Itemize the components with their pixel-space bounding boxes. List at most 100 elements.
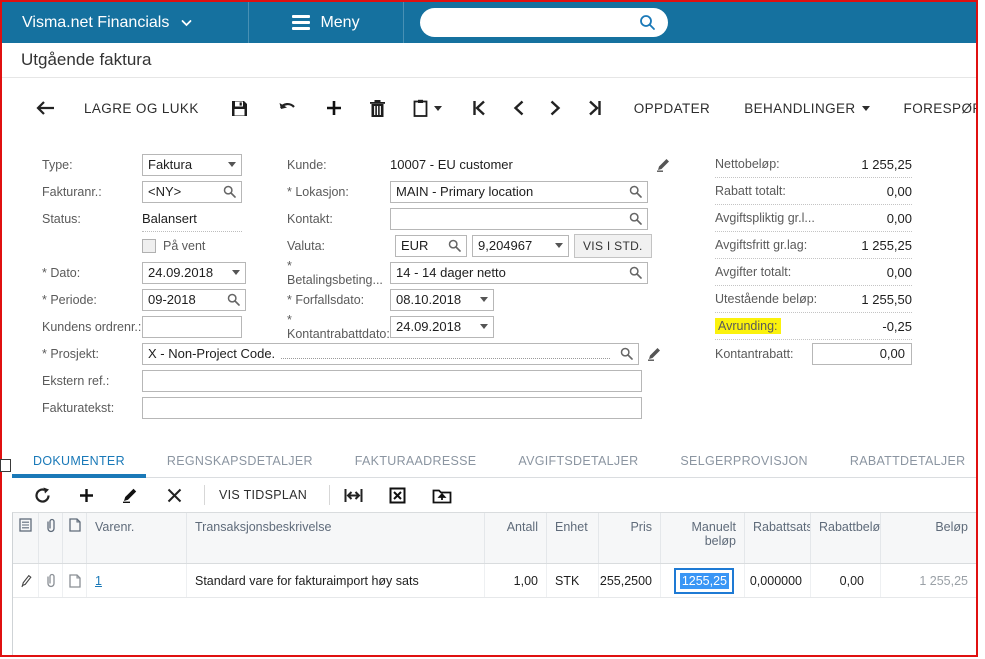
lookup-icon[interactable] xyxy=(629,266,642,279)
dropdown-icon[interactable] xyxy=(228,162,236,167)
page-title-bar: Utgående faktura xyxy=(2,43,976,78)
tab-fakturaadresse[interactable]: FAKTURAADRESSE xyxy=(334,445,498,477)
col-varenr[interactable]: Varenr. xyxy=(87,513,187,563)
row-unit[interactable]: STK xyxy=(547,564,599,597)
tab-regnskapsdetaljer[interactable]: REGNSKAPSDETALJER xyxy=(146,445,334,477)
due-date-field[interactable]: 08.10.2018 xyxy=(390,288,494,311)
search-icon[interactable] xyxy=(639,14,656,31)
tab-avgiftsdetaljer[interactable]: AVGIFTSDETALJER xyxy=(497,445,659,477)
cash-discount-input[interactable] xyxy=(812,342,912,365)
search-input[interactable] xyxy=(420,8,639,37)
delete-icon[interactable] xyxy=(369,99,385,117)
actions-button[interactable]: BEHANDLINGER xyxy=(744,101,855,116)
first-record-icon[interactable] xyxy=(472,100,487,116)
global-search[interactable] xyxy=(420,8,668,37)
save-close-button[interactable]: LAGRE OG LUKK xyxy=(84,101,199,116)
view-schedule-button[interactable]: VIS TIDSPLAN xyxy=(219,488,307,502)
copy-paste-caret-icon[interactable] xyxy=(433,105,442,111)
row-document-icon[interactable] xyxy=(63,564,87,597)
last-record-icon[interactable] xyxy=(587,100,602,116)
period-label: * Periode: xyxy=(42,292,97,307)
lookup-icon[interactable] xyxy=(629,212,642,225)
type-select[interactable]: Faktura xyxy=(142,153,242,176)
row-description[interactable]: Standard vare for fakturaimport høy sats xyxy=(187,564,485,597)
row-discount-rate[interactable]: 0,000000 xyxy=(745,564,811,597)
grid-delete-icon[interactable] xyxy=(167,488,182,503)
col-beskrivelse[interactable]: Transaksjonsbeskrivelse xyxy=(187,513,485,563)
customer-edit-icon[interactable] xyxy=(656,157,671,172)
fit-width-icon[interactable] xyxy=(344,488,363,503)
grid-edit-icon[interactable] xyxy=(122,487,139,503)
grid-refresh-icon[interactable] xyxy=(34,487,51,504)
project-edit-icon[interactable] xyxy=(647,346,662,361)
dropdown-icon[interactable] xyxy=(555,243,563,248)
total-exempt: Avgiftsfritt gr.lag: 1 255,25 xyxy=(715,232,912,259)
customer-order-field[interactable] xyxy=(142,315,242,338)
payment-terms-field[interactable]: 14 - 14 dager netto xyxy=(390,261,648,284)
cash-discount-date-field[interactable]: 24.09.2018 xyxy=(390,315,494,338)
row-attachment-icon[interactable] xyxy=(39,564,63,597)
col-enhet[interactable]: Enhet xyxy=(547,513,599,563)
import-records-icon[interactable] xyxy=(432,487,452,504)
row-item-no-link[interactable]: 1 xyxy=(95,574,102,588)
row-quantity[interactable]: 1,00 xyxy=(485,564,547,597)
toolbar-divider xyxy=(204,485,205,505)
undo-icon[interactable] xyxy=(278,101,298,116)
lookup-icon[interactable] xyxy=(629,185,642,198)
row-discount-amount[interactable]: 0,00 xyxy=(811,564,881,597)
tab-dokumenter[interactable]: DOKUMENTER xyxy=(12,445,146,478)
refresh-button[interactable]: OPPDATER xyxy=(634,101,710,116)
app-switcher[interactable]: Visma.net Financials xyxy=(2,14,248,32)
row-price[interactable]: 1 255,2500 xyxy=(599,564,661,597)
field-payment-terms: * Betalingsbeting... 14 - 14 dager netto xyxy=(285,259,685,287)
add-icon[interactable] xyxy=(326,100,342,116)
col-rabattbelop[interactable]: Rabattbeløp xyxy=(811,513,881,563)
currency-code-field[interactable]: EUR xyxy=(395,234,467,257)
col-pris[interactable]: Pris xyxy=(599,513,661,563)
external-ref-field[interactable] xyxy=(142,369,642,392)
save-icon[interactable] xyxy=(231,100,248,117)
lookup-icon[interactable] xyxy=(448,239,461,252)
customer-order-input[interactable] xyxy=(148,319,236,334)
tab-rabattdetaljer[interactable]: RABATTDETALJER xyxy=(829,445,985,477)
previous-record-icon[interactable] xyxy=(513,100,524,116)
next-record-icon[interactable] xyxy=(550,100,561,116)
project-field[interactable]: X - Non-Project Code. xyxy=(142,342,639,365)
back-button[interactable] xyxy=(36,100,56,116)
col-belop[interactable]: Beløp xyxy=(881,513,977,563)
invoice-text-input[interactable] xyxy=(148,400,636,415)
location-field[interactable]: MAIN - Primary location xyxy=(390,180,648,203)
col-antall[interactable]: Antall xyxy=(485,513,547,563)
menu-button[interactable]: Meny xyxy=(248,2,404,43)
actions-caret-icon[interactable] xyxy=(861,105,870,111)
col-manuelt-belop[interactable]: Manuelt beløp xyxy=(661,513,745,563)
invoice-no-field[interactable]: <NY> xyxy=(142,180,242,203)
export-excel-icon[interactable] xyxy=(389,487,406,504)
period-field[interactable]: 09-2018 xyxy=(142,288,246,311)
field-location: * Lokasjon: MAIN - Primary location xyxy=(285,178,685,205)
currency-rate-select[interactable]: 9,204967 xyxy=(472,234,569,257)
lookup-icon[interactable] xyxy=(620,347,633,360)
resize-handle[interactable] xyxy=(0,459,11,472)
external-ref-input[interactable] xyxy=(148,373,636,388)
date-field[interactable]: 24.09.2018 xyxy=(142,261,246,284)
inquiries-button[interactable]: FORESPØRSLER xyxy=(904,101,976,116)
contact-field[interactable] xyxy=(390,207,648,230)
tab-selgerprovisjon[interactable]: SELGERPROVISJON xyxy=(659,445,828,477)
invoice-text-field[interactable] xyxy=(142,396,642,419)
grid-add-icon[interactable] xyxy=(79,488,94,503)
dropdown-icon[interactable] xyxy=(232,270,240,275)
dropdown-icon[interactable] xyxy=(480,297,488,302)
col-rabattsats[interactable]: Rabattsats xyxy=(745,513,811,563)
app-title: Visma.net Financials xyxy=(22,13,170,31)
contact-input[interactable] xyxy=(396,211,625,226)
selected-cell[interactable]: 1255,25 xyxy=(674,567,734,594)
copy-paste-icon[interactable] xyxy=(413,99,428,117)
lookup-icon[interactable] xyxy=(223,185,236,198)
hold-checkbox[interactable] xyxy=(142,238,156,253)
view-base-button[interactable]: VIS I STD. xyxy=(574,233,652,258)
lookup-icon[interactable] xyxy=(227,293,240,306)
dropdown-icon[interactable] xyxy=(480,324,488,329)
grid-data-row[interactable]: 1 Standard vare for fakturaimport høy sa… xyxy=(13,564,977,598)
row-manual-amount-cell[interactable]: 1255,25 xyxy=(661,564,745,597)
